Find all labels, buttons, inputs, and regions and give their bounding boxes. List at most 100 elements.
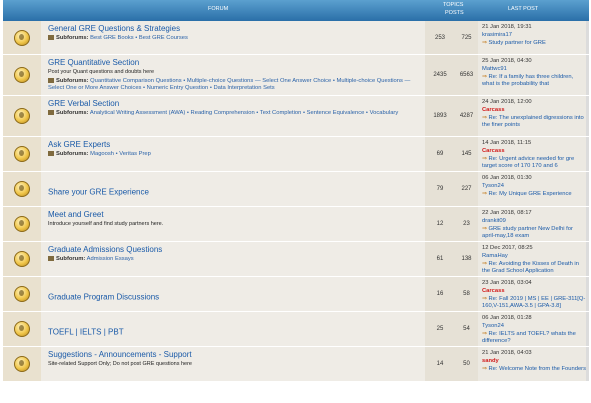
- forum-read-icon: [14, 108, 30, 124]
- subforum-links[interactable]: Analytical Writing Assessment (AWA) • Re…: [90, 110, 398, 116]
- last-post-date: 25 Jan 2018, 04:30: [482, 58, 532, 64]
- forum-info-cell: GRE Quantitative Section Post your Quant…: [41, 55, 425, 95]
- last-post-cell: 24 Jan 2018, 12:00 Carcass ⇒ Re: The une…: [478, 96, 586, 136]
- forum-info-cell: General GRE Questions & Strategies Subfo…: [41, 21, 425, 54]
- forum-table: FORUM TOPICS POSTS LAST POST General GRE…: [3, 0, 589, 399]
- last-post-link[interactable]: Re: Urgent advice needed for gre target …: [482, 156, 574, 170]
- last-post-link[interactable]: Re: Welcome Note from the Founders: [488, 366, 586, 372]
- scrollbar-track[interactable]: [586, 207, 589, 241]
- forum-info-cell: Suggestions - Announcements - Support Si…: [41, 347, 425, 381]
- last-post-user[interactable]: drankit09: [482, 218, 586, 226]
- subforum-links[interactable]: Admission Essays: [87, 256, 134, 262]
- forum-title-link[interactable]: Graduate Program Discussions: [48, 293, 159, 302]
- table-header: FORUM TOPICS POSTS LAST POST: [3, 0, 589, 21]
- forum-description: Post your Quant questions and doubts her…: [48, 69, 155, 75]
- topics-count: 61: [425, 242, 455, 276]
- forum-description: Introduce yourself and find study partne…: [48, 221, 164, 227]
- scrollbar-track[interactable]: [586, 312, 589, 346]
- subforum-icon: [48, 151, 54, 156]
- forum-title-link[interactable]: General GRE Questions & Strategies: [48, 24, 425, 33]
- forum-status-cell: [3, 55, 41, 95]
- goto-post-icon[interactable]: ⇒: [482, 115, 487, 121]
- forum-read-icon: [14, 181, 30, 197]
- topics-count: 12: [425, 207, 455, 241]
- forum-title-link[interactable]: GRE Verbal Section: [48, 99, 425, 108]
- forum-row: Ask GRE Experts Subforums: Magoosh • Ver…: [3, 137, 589, 172]
- last-post-link[interactable]: Re: Fall 2019 | MS | EE | GRE-311[Q-160,…: [482, 296, 585, 310]
- goto-post-icon[interactable]: ⇒: [482, 40, 487, 46]
- forum-title-link[interactable]: Suggestions - Announcements - Support: [48, 350, 425, 359]
- last-post-link[interactable]: Re: The unexplained digressions into the…: [482, 115, 584, 129]
- subforum-icon: [48, 78, 54, 83]
- scrollbar-track[interactable]: [586, 96, 589, 136]
- forum-title-link[interactable]: Meet and Greet: [48, 210, 425, 219]
- last-post-date: 22 Jan 2018, 08:17: [482, 210, 532, 216]
- last-post-user[interactable]: Carcass: [482, 148, 586, 156]
- posts-column-header: POSTS: [445, 10, 464, 16]
- forum-status-cell: [3, 172, 41, 206]
- last-post-user[interactable]: Carcass: [482, 288, 586, 296]
- forum-read-icon: [14, 356, 30, 372]
- scrollbar-track[interactable]: [586, 137, 589, 171]
- forum-column-header: FORUM: [208, 6, 229, 12]
- last-post-date: 14 Jan 2018, 11:15: [482, 140, 532, 146]
- subforum-links[interactable]: Best GRE Books • Best GRE Courses: [90, 35, 188, 41]
- forum-title-link[interactable]: Ask GRE Experts: [48, 140, 425, 149]
- forum-row: Graduate Program Discussions 16 58 23 Ja…: [3, 277, 589, 312]
- last-post-link[interactable]: Re: If a family has three children, what…: [482, 74, 573, 88]
- goto-post-icon[interactable]: ⇒: [482, 331, 487, 337]
- scrollbar-track[interactable]: [586, 21, 589, 54]
- last-post-link[interactable]: GRE study partner New Delhi for april-ma…: [482, 226, 573, 240]
- forum-title-link[interactable]: Graduate Admissions Questions: [48, 245, 425, 254]
- last-post-user[interactable]: Tyson24: [482, 183, 586, 191]
- last-post-user[interactable]: sandy: [482, 358, 586, 366]
- goto-post-icon[interactable]: ⇒: [482, 366, 487, 372]
- forum-read-icon: [14, 146, 30, 162]
- forum-status-cell: [3, 137, 41, 171]
- last-post-link[interactable]: Study partner for GRE: [488, 40, 545, 46]
- last-post-link[interactable]: Re: My Unique GRE Experience: [488, 191, 571, 197]
- posts-count: 4287: [455, 96, 478, 136]
- last-post-link[interactable]: Re: IELTS and TOEFL? whats the differenc…: [482, 331, 576, 345]
- subforum-links[interactable]: Magoosh • Veritas Prep: [90, 151, 151, 157]
- last-post-user[interactable]: Mattwc91: [482, 66, 586, 74]
- topics-count: 1893: [425, 96, 455, 136]
- posts-count: 227: [455, 172, 478, 206]
- topics-count: 16: [425, 277, 455, 311]
- subforum-links[interactable]: Quantitative Comparison Questions • Mult…: [48, 78, 410, 91]
- forum-title-link[interactable]: TOEFL | IELTS | PBT: [48, 328, 124, 337]
- topics-count: 2435: [425, 55, 455, 95]
- goto-post-icon[interactable]: ⇒: [482, 156, 487, 162]
- goto-post-icon[interactable]: ⇒: [482, 226, 487, 232]
- subforum-icon: [48, 256, 54, 261]
- subforums-label: Subforums:: [56, 110, 89, 117]
- last-post-column-header: LAST POST: [508, 6, 539, 12]
- forum-description: Site-related Support Only; Do not post G…: [48, 361, 192, 367]
- last-post-user[interactable]: Tyson24: [482, 323, 586, 331]
- posts-count: 145: [455, 137, 478, 171]
- last-post-cell: 25 Jan 2018, 04:30 Mattwc91 ⇒ Re: If a f…: [478, 55, 586, 95]
- goto-post-icon[interactable]: ⇒: [482, 261, 487, 267]
- forum-title-link[interactable]: Share your GRE Experience: [48, 188, 149, 197]
- forum-status-cell: [3, 242, 41, 276]
- forum-status-cell: [3, 312, 41, 346]
- goto-post-icon[interactable]: ⇒: [482, 191, 487, 197]
- scrollbar-track[interactable]: [586, 172, 589, 206]
- posts-count: 138: [455, 242, 478, 276]
- last-post-user[interactable]: RamaHay: [482, 253, 586, 261]
- forum-read-icon: [14, 251, 30, 267]
- scrollbar-track[interactable]: [586, 242, 589, 276]
- subforum-icon: [48, 35, 54, 40]
- forum-title-link[interactable]: GRE Quantitative Section: [48, 58, 425, 67]
- scrollbar-track[interactable]: [586, 347, 589, 381]
- goto-post-icon[interactable]: ⇒: [482, 296, 487, 302]
- topics-count: 14: [425, 347, 455, 381]
- last-post-link[interactable]: Re: Avoiding the Kisses of Death in the …: [482, 261, 579, 275]
- last-post-user[interactable]: Carcass: [482, 107, 586, 115]
- forum-info-cell: GRE Verbal Section Subforums: Analytical…: [41, 96, 425, 136]
- last-post-user[interactable]: krasimira17: [482, 32, 586, 40]
- scrollbar-track[interactable]: [586, 277, 589, 311]
- goto-post-icon[interactable]: ⇒: [482, 74, 487, 80]
- last-post-cell: 14 Jan 2018, 11:15 Carcass ⇒ Re: Urgent …: [478, 137, 586, 171]
- scrollbar-track[interactable]: [586, 55, 589, 95]
